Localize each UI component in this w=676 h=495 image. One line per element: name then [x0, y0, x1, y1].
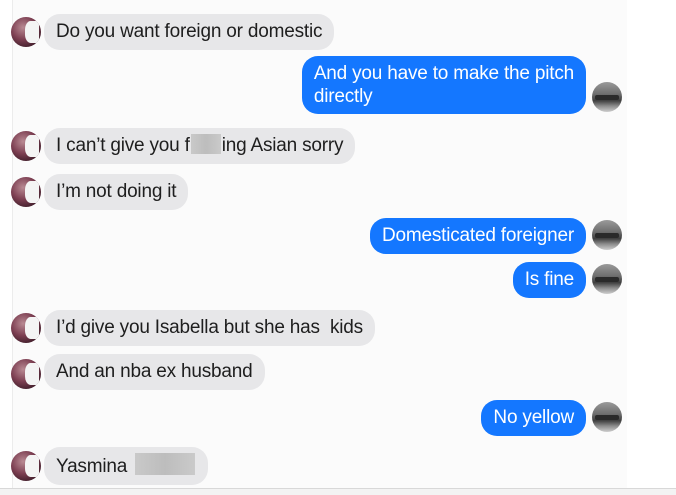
message-text: Is fine [524, 269, 574, 290]
message-row: And you have to make the pitch directly [0, 56, 676, 118]
message-row: Is fine [0, 262, 676, 302]
incoming-message-bubble: I can’t give you f ing Asian sorry [44, 128, 356, 164]
message-row: Domesticated foreigner [0, 218, 676, 258]
message-row: I’m not doing it [0, 172, 676, 212]
message-row: I’d give you Isabella but she has kids [0, 308, 676, 348]
incoming-message-bubble: And an nba ex husband [44, 354, 265, 390]
incoming-message-bubble: I’m not doing it [44, 174, 189, 210]
user-avatar-icon[interactable] [592, 220, 622, 250]
contact-avatar-icon[interactable] [11, 451, 41, 481]
message-text: No yellow [493, 407, 574, 428]
user-avatar-icon[interactable] [592, 264, 622, 294]
message-row: And an nba ex husband [0, 354, 676, 394]
message-row: Do you want foreign or domestic [0, 10, 676, 50]
incoming-message-bubble: Do you want foreign or domestic [44, 14, 335, 50]
message-text: And an nba ex husband [56, 361, 253, 382]
message-text: Do you want foreign or domestic [56, 21, 323, 42]
user-avatar-icon[interactable] [592, 402, 622, 432]
censor-blur [135, 453, 196, 475]
incoming-message-bubble: Yasmina [44, 447, 209, 485]
message-text: Yasmina [56, 456, 128, 477]
outgoing-message-bubble: No yellow [481, 400, 586, 436]
outgoing-message-bubble: Domesticated foreigner [369, 218, 586, 254]
censor-blur [190, 134, 221, 154]
message-text: I’m not doing it [56, 181, 177, 202]
message-text-line: directly [313, 86, 373, 107]
outgoing-message-bubble: Is fine [512, 262, 586, 298]
incoming-message-bubble: I’d give you Isabella but she has kids [44, 310, 375, 346]
contact-avatar-icon[interactable] [11, 313, 41, 343]
message-text-line: And you have to make the pitch [313, 63, 574, 84]
contact-avatar-icon[interactable] [11, 131, 41, 161]
message-text: Domesticated foreigner [381, 225, 574, 246]
contact-avatar-icon[interactable] [11, 17, 41, 47]
contact-avatar-icon[interactable] [11, 177, 41, 207]
outgoing-message-bubble: And you have to make the pitch directly [301, 56, 586, 114]
message-row: No yellow [0, 400, 676, 440]
message-row: I can’t give you f ing Asian sorry [0, 126, 676, 166]
user-avatar-icon[interactable] [592, 82, 622, 112]
message-row: Yasmina [0, 446, 676, 486]
message-text: I’d give you Isabella but she has kids [56, 317, 363, 338]
contact-avatar-icon[interactable] [11, 359, 41, 389]
message-text: ing Asian sorry [221, 135, 344, 156]
message-text: I can’t give you f [56, 135, 190, 156]
